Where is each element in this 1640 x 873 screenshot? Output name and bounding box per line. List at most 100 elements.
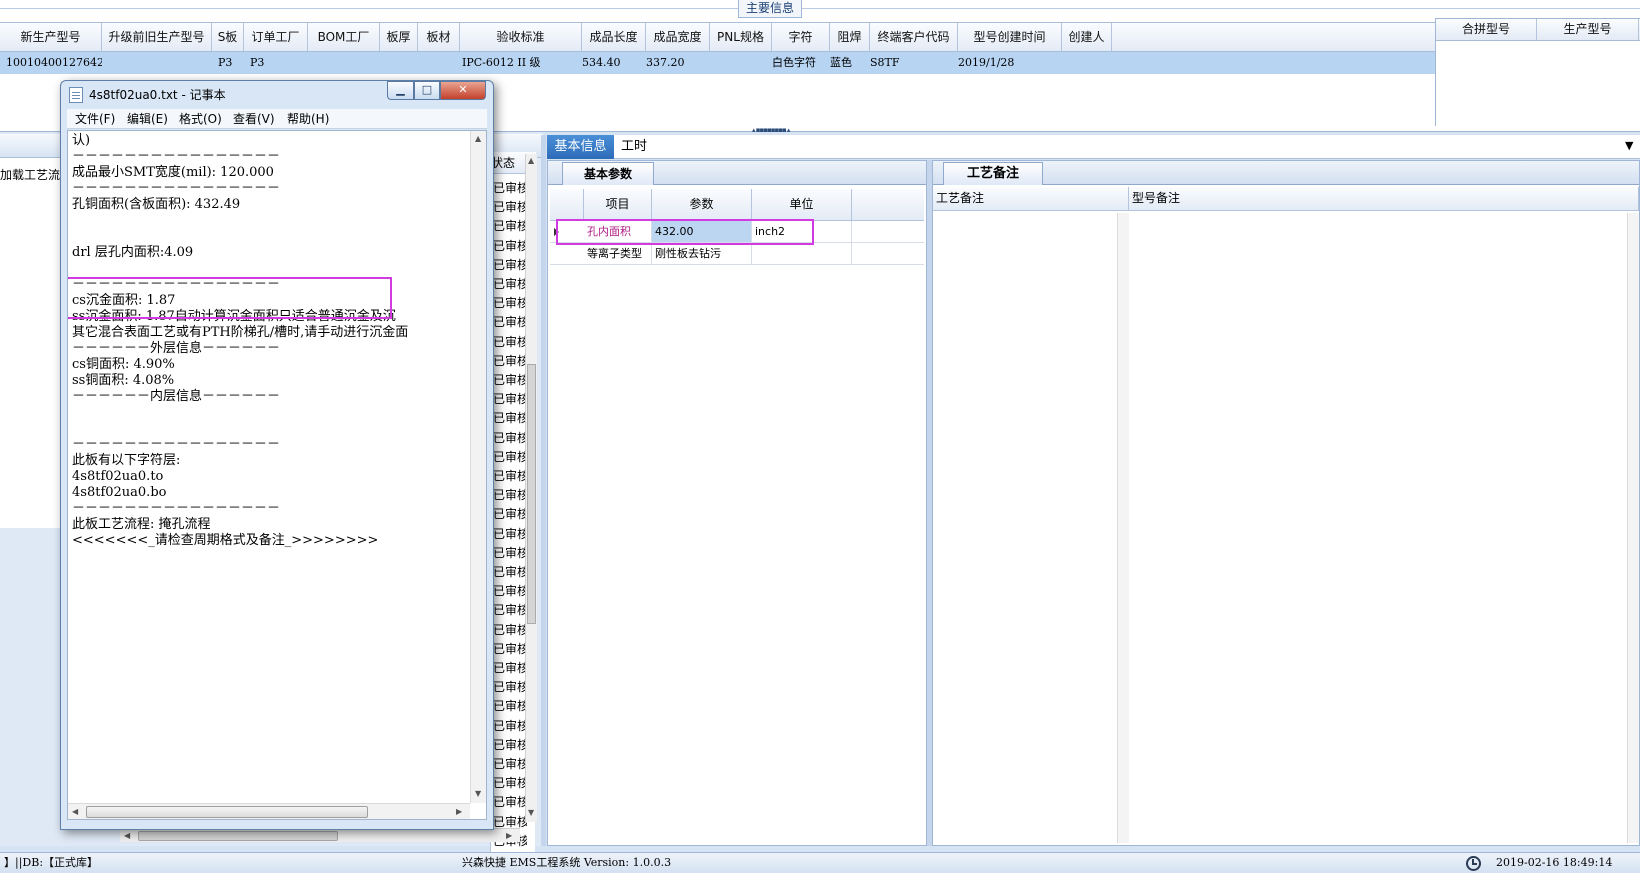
cell-bom-factory: [308, 52, 380, 74]
col-header-old-model[interactable]: 升级前旧生产型号: [102, 23, 212, 51]
param-value[interactable]: 刚性板去钻污: [652, 243, 752, 264]
scroll-left-icon[interactable]: ◀: [124, 831, 130, 840]
col-header-order-factory[interactable]: 订单工厂: [244, 23, 308, 51]
tab-basic-info[interactable]: 基本信息: [547, 135, 614, 159]
col-header-bom-factory[interactable]: BOM工厂: [308, 23, 380, 51]
chevron-down-icon[interactable]: ▼: [1625, 139, 1633, 152]
notepad-file-icon: [69, 87, 83, 103]
col-header-item[interactable]: 项目: [584, 189, 652, 220]
status-cell: 已审核: [493, 392, 527, 407]
notepad-window[interactable]: 4s8tf02ua0.txt - 记事本 ▁ □ ✕ 文件(F) 编辑(E) 格…: [60, 80, 494, 830]
col-header-length[interactable]: 成品长度: [582, 23, 646, 51]
status-cell: 已审核: [493, 469, 527, 483]
scroll-up-icon[interactable]: ▲: [528, 156, 534, 165]
col-header-width[interactable]: 成品宽度: [646, 23, 710, 51]
col-header-s-board[interactable]: S板: [212, 23, 244, 51]
notepad-vertical-scrollbar[interactable]: ▲ ▼: [470, 131, 486, 803]
table-row[interactable]: 等离子类型 刚性板去钻污: [550, 243, 924, 265]
col-header-thickness[interactable]: 板厚: [380, 23, 418, 51]
col-header-combined-model[interactable]: 合拼型号: [1436, 19, 1537, 40]
minimize-button[interactable]: ▁: [387, 81, 414, 100]
scroll-right-icon[interactable]: ▶: [506, 831, 512, 840]
highlight-box: [68, 277, 392, 319]
col-header-solder-mask[interactable]: 阻焊: [830, 23, 870, 51]
status-cell: 已审核: [493, 449, 527, 464]
col-header-process-notes[interactable]: 工艺备注: [933, 187, 1129, 210]
col-header-acceptance[interactable]: 验收标准: [460, 23, 582, 51]
highlight-box: [556, 219, 814, 245]
col-header-silkscreen[interactable]: 字符: [772, 23, 830, 51]
col-header-new-model[interactable]: 新生产型号: [0, 23, 102, 51]
status-cell: 已审核: [493, 200, 527, 215]
params-subtab-bar: 基本参数: [548, 161, 926, 185]
notepad-title: 4s8tf02ua0.txt - 记事本: [89, 88, 226, 102]
status-cell: 已审核: [493, 776, 527, 791]
scroll-down-icon[interactable]: ▼: [475, 789, 481, 798]
col-header-pnl[interactable]: PNL规格: [710, 23, 772, 51]
param-item: 等离子类型: [584, 243, 652, 264]
scroll-thumb[interactable]: [527, 364, 536, 624]
notepad-horizontal-scrollbar[interactable]: ◀ ▶: [68, 803, 470, 819]
menu-edit[interactable]: 编辑(E): [127, 109, 168, 129]
notes-subtab-bar: 工艺备注: [933, 161, 1639, 185]
menu-format[interactable]: 格式(O): [179, 109, 222, 129]
text-line: 此板有以下字符层:: [72, 453, 181, 468]
menu-file[interactable]: 文件(F): [75, 109, 115, 129]
cell-acceptance: IPC-6012 II 级: [462, 56, 541, 69]
col-header-customer-code[interactable]: 终端客户代码: [870, 23, 958, 51]
scroll-thumb[interactable]: [138, 831, 338, 841]
cell-new-model: 10010400127642: [6, 56, 102, 69]
text-line: 成品最小SMT宽度(mil): 120.000: [72, 165, 274, 180]
status-cell: 已审核: [493, 661, 527, 675]
col-header-production-model[interactable]: 生产型号: [1537, 19, 1639, 40]
text-line: －－－－－－－－－－－－－－－－: [72, 181, 281, 196]
left-vertical-scrollbar[interactable]: ▲ ▼: [525, 154, 537, 822]
col-header-creator[interactable]: 创建人: [1062, 23, 1112, 51]
status-cell: 已审核: [493, 603, 527, 618]
vertical-splitter[interactable]: [541, 135, 546, 846]
col-header-material[interactable]: 板材: [418, 23, 460, 51]
model-grid-header: 新生产型号 升级前旧生产型号 S板 订单工厂 BOM工厂 板厚 板材 验收标准 …: [0, 22, 1435, 52]
cell-order-factory: P3: [250, 56, 265, 69]
scroll-down-icon[interactable]: ▼: [528, 808, 534, 817]
status-cell: 已审核: [493, 373, 527, 387]
text-line: 其它混合表面工艺或有PTH阶梯孔/槽时,请手动进行沉金面: [72, 325, 409, 340]
scroll-thumb[interactable]: [86, 806, 368, 818]
scroll-left-icon[interactable]: ◀: [72, 807, 78, 816]
maximize-button[interactable]: □: [414, 81, 440, 100]
cell-customer-code: S8TF: [870, 56, 900, 69]
col-header-created-time[interactable]: 型号创建时间: [958, 23, 1062, 51]
main-info-title: 主要信息: [738, 0, 802, 18]
col-header-unit[interactable]: 单位: [752, 189, 852, 220]
text-line: －－－－－－－－－－－－－－－－: [72, 437, 281, 452]
table-row[interactable]: 10010400127642 P3 P3 IPC-6012 II 级 534.4…: [0, 52, 1435, 74]
notepad-menu-bar: 文件(F) 编辑(E) 格式(O) 查看(V) 帮助(H): [67, 109, 487, 129]
process-notes-scrollbar[interactable]: [1117, 213, 1129, 843]
status-cell: 已审核: [493, 526, 527, 541]
basic-params-panel: 基本参数 项目 参数 单位 孔内面积 432.00 inch2 等离子类型 刚性…: [547, 160, 927, 846]
menu-view[interactable]: 查看(V): [233, 109, 275, 129]
model-notes-scrollbar[interactable]: [1627, 213, 1639, 843]
status-cell: 已审核: [493, 757, 527, 771]
close-button[interactable]: ✕: [440, 81, 486, 100]
col-header-model-notes[interactable]: 型号备注: [1129, 187, 1639, 210]
param-unit: [752, 243, 852, 264]
status-cell: 已审核: [493, 584, 527, 599]
status-cell: 已审核: [493, 315, 527, 330]
left-horizontal-scrollbar[interactable]: ◀ ▶: [120, 828, 520, 842]
status-cell: 已审核: [493, 488, 527, 503]
info-tab-bar: 基本信息 工时 ▼: [547, 135, 1640, 159]
notepad-text-area[interactable]: 认) －－－－－－－－－－－－－－－－ 成品最小SMT宽度(mil): 120.00…: [67, 130, 487, 820]
status-cell: 已审核: [493, 219, 527, 234]
splitter-grip-icon[interactable]: ▴ ▪▪▪▪▪▪▪▪ ▴: [752, 127, 792, 134]
tab-basic-params[interactable]: 基本参数: [562, 162, 654, 185]
cell-s-board: P3: [218, 56, 233, 69]
status-cell: 已审核: [493, 238, 527, 253]
scroll-up-icon[interactable]: ▲: [475, 134, 481, 143]
tab-work-hours[interactable]: 工时: [621, 135, 661, 159]
tab-process-notes[interactable]: 工艺备注: [943, 162, 1043, 185]
col-header-param[interactable]: 参数: [652, 189, 752, 220]
menu-help[interactable]: 帮助(H): [287, 109, 329, 129]
scroll-right-icon[interactable]: ▶: [456, 807, 462, 816]
cell-length: 534.40: [582, 56, 621, 69]
